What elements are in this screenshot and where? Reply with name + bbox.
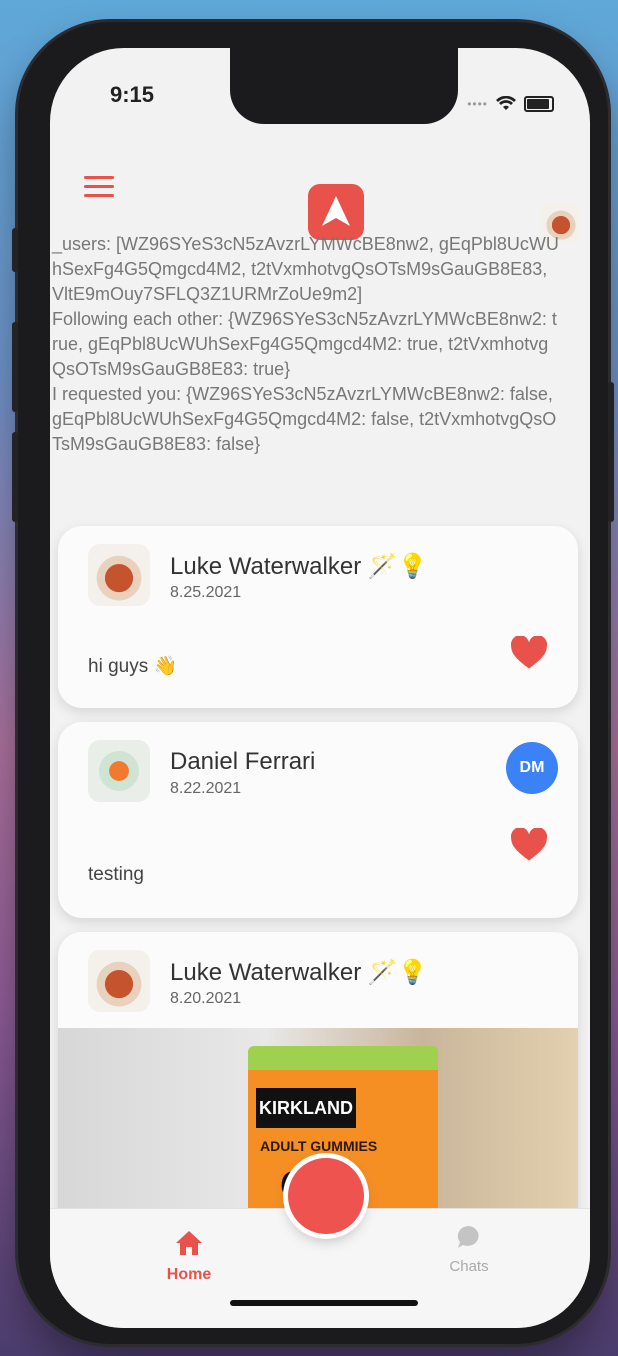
tab-home[interactable]: Home (154, 1229, 224, 1284)
author-name[interactable]: Luke Waterwalker 🪄💡 (170, 958, 428, 987)
heart-icon[interactable] (510, 636, 548, 670)
post-text: testing (88, 864, 144, 885)
volume-down-button (12, 432, 18, 522)
author-name[interactable]: Luke Waterwalker 🪄💡 (170, 552, 428, 581)
post-text: hi guys 👋 (88, 656, 178, 677)
debug-user-info: _users: [WZ96SYeS3cN5zAvzrLYMWcBE8nw2, g… (52, 234, 559, 454)
volume-up-button (12, 322, 18, 412)
mute-switch (12, 228, 18, 272)
arrow-logo-icon (322, 196, 350, 226)
signal-icon: •••• (467, 97, 488, 111)
heart-icon[interactable] (510, 828, 548, 862)
tab-chats[interactable]: Chats (434, 1223, 504, 1275)
status-time: 9:15 (110, 82, 155, 107)
tab-home-label: Home (166, 1266, 212, 1283)
record-button[interactable] (288, 1158, 364, 1234)
battery-icon (524, 96, 554, 112)
post-date: 8.25.2021 (170, 584, 242, 601)
photo-product-label: ADULT GUMMIES (260, 1138, 378, 1154)
author-avatar[interactable] (88, 950, 150, 1012)
author-name[interactable]: Daniel Ferrari (170, 748, 315, 776)
phone-frame: 9:15 •••• _users: [WZ96SYeS3cN5zAvzrLYMW… (12, 22, 614, 1344)
chat-bubble-icon (457, 1225, 479, 1248)
photo-brand-label: KIRKLAND (256, 1088, 356, 1128)
home-indicator[interactable] (230, 1300, 418, 1306)
app-bar (50, 144, 590, 244)
power-button (608, 382, 614, 522)
home-icon (176, 1231, 202, 1255)
notch (230, 48, 458, 124)
wifi-icon (496, 96, 516, 110)
post-card[interactable]: Daniel Ferrari 8.22.2021 DM testing (58, 722, 578, 918)
post-date: 8.22.2021 (170, 780, 242, 797)
tab-chats-label: Chats (449, 1258, 489, 1275)
status-icons: •••• (467, 96, 554, 112)
screen: 9:15 •••• _users: [WZ96SYeS3cN5zAvzrLYMW… (50, 48, 590, 1328)
dm-button[interactable]: DM (506, 742, 558, 794)
post-card[interactable]: Luke Waterwalker 🪄💡 8.25.2021 hi guys 👋 (58, 526, 578, 708)
author-avatar[interactable] (88, 544, 150, 606)
menu-icon[interactable] (84, 176, 114, 200)
author-avatar[interactable] (88, 740, 150, 802)
post-date: 8.20.2021 (170, 990, 242, 1007)
